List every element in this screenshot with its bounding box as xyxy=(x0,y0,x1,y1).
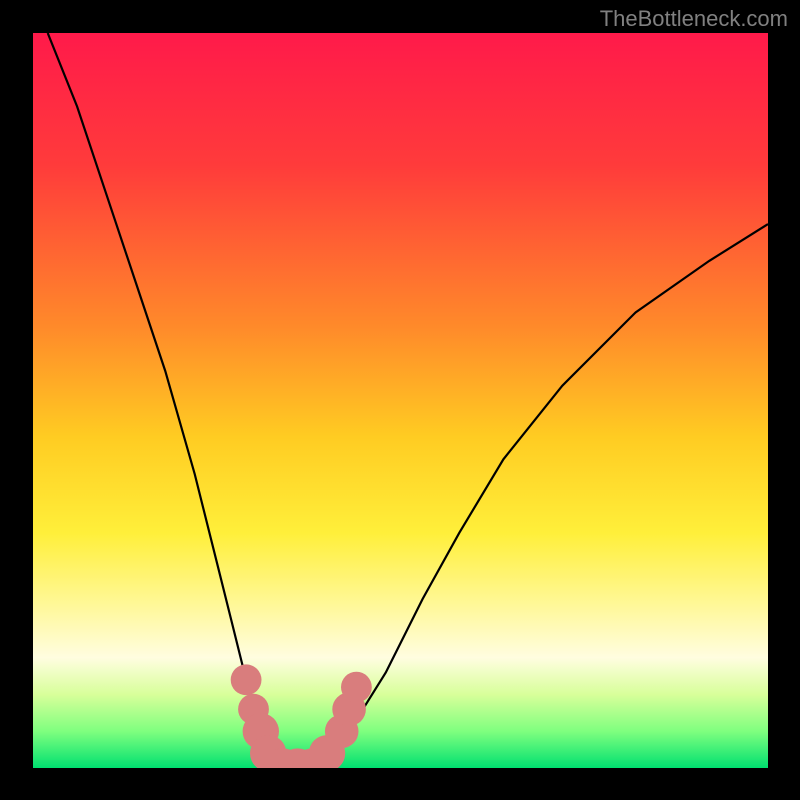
gradient-background xyxy=(33,33,768,768)
bottleneck-chart xyxy=(33,33,768,768)
marker-dot xyxy=(341,672,372,703)
plot-area xyxy=(33,33,768,768)
watermark-text: TheBottleneck.com xyxy=(600,6,788,32)
marker-dot xyxy=(231,664,262,695)
